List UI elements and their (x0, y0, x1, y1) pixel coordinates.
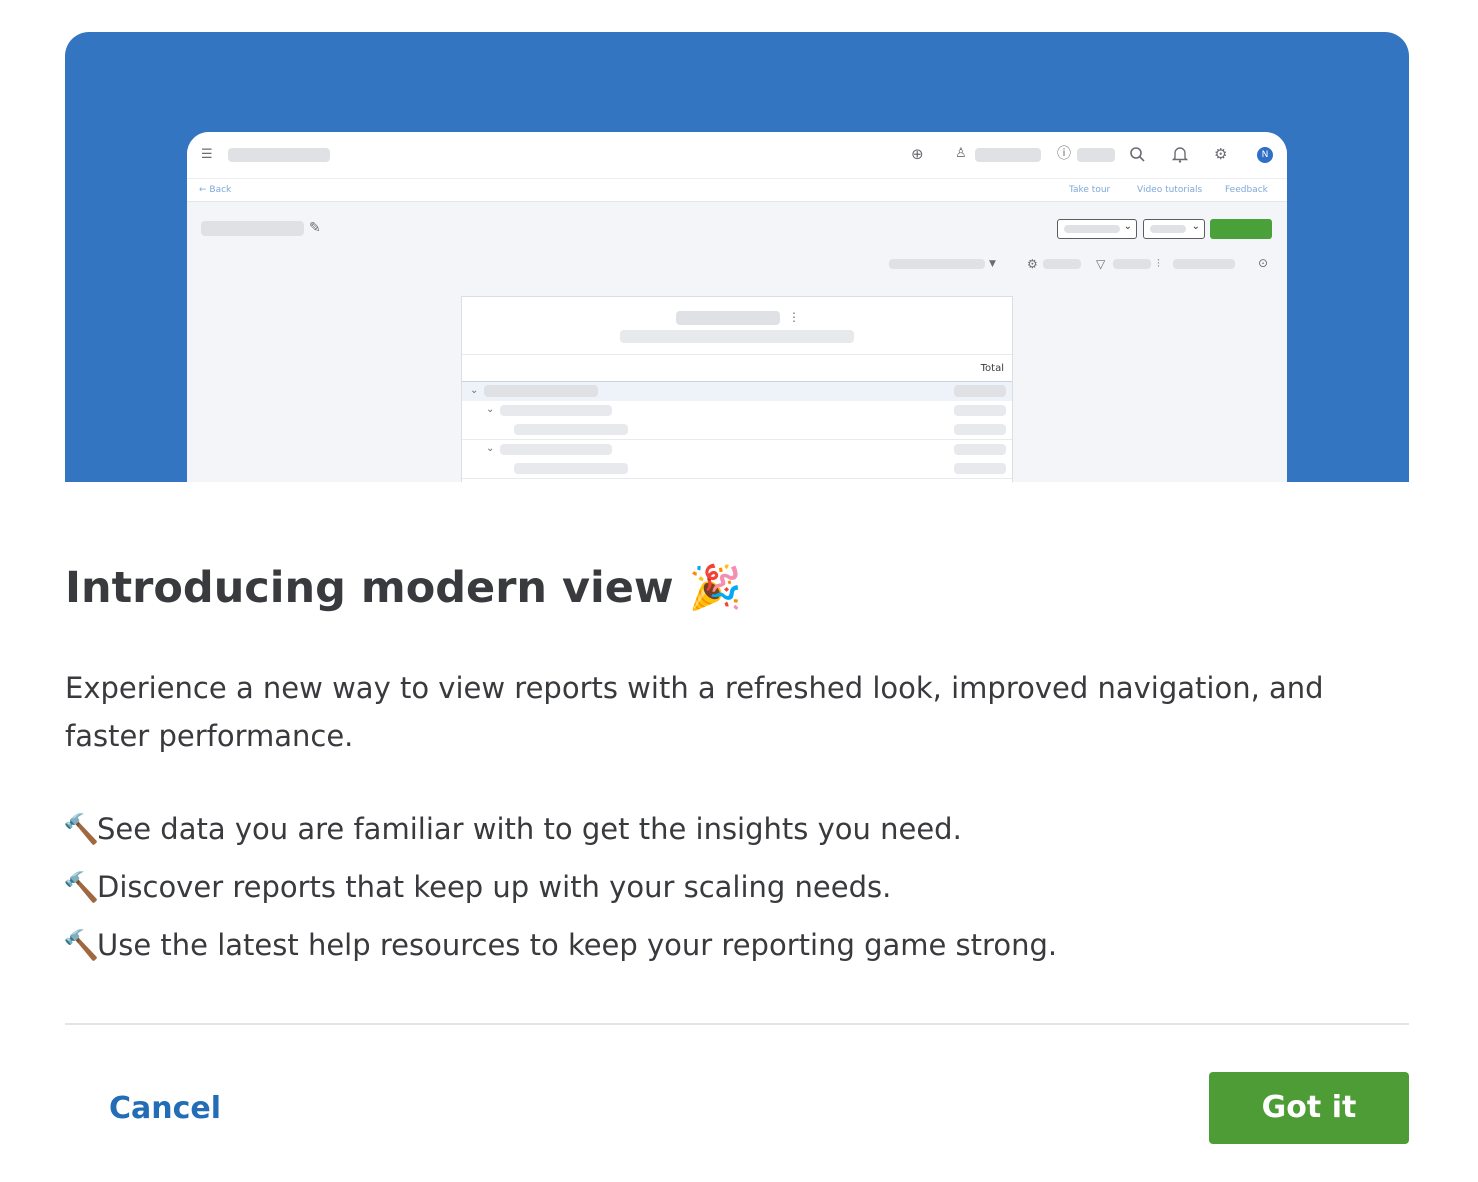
preview-select: ⌄ (1057, 219, 1137, 239)
preview-select: ⌄ (1143, 219, 1205, 239)
menu-icon: ☰ (201, 147, 213, 162)
placeholder-bar (975, 148, 1041, 162)
placeholder-bar (514, 424, 628, 435)
list-item: 🔨See data you are familiar with to get t… (63, 800, 1057, 858)
preview-green-button (1210, 219, 1272, 239)
placeholder-bar (889, 259, 985, 269)
feedback-link: Feedback (1225, 185, 1268, 195)
placeholder-bar (954, 424, 1006, 435)
preview-sub-bar: ← Back Take tour Video tutorials Feedbac… (187, 178, 1287, 202)
avatar: N (1257, 147, 1273, 163)
chevron-down-icon: ⌄ (486, 404, 495, 415)
hammer-icon: 🔨 (63, 928, 100, 962)
user-icon: ♙ (955, 146, 967, 161)
placeholder-bar (514, 463, 628, 474)
report-title-placeholder (201, 221, 304, 236)
kebab-icon: ⋮ (788, 310, 800, 324)
search-icon (1130, 147, 1145, 162)
feature-list: 🔨See data you are familiar with to get t… (63, 800, 1057, 974)
dialog-description: Experience a new way to view reports wit… (65, 671, 1324, 753)
take-tour-link: Take tour (1069, 185, 1111, 195)
preview-top-bar: ☰ ⊕ ♙ ⓘ ⚙ N (187, 132, 1287, 178)
list-item: 🔨Use the latest help resources to keep y… (63, 916, 1057, 974)
got-it-button[interactable]: Got it (1209, 1072, 1409, 1144)
placeholder-bar (954, 463, 1006, 474)
placeholder-bar (1113, 259, 1151, 269)
pencil-icon: ✎ (309, 220, 321, 236)
cancel-button[interactable]: Cancel (65, 1073, 265, 1145)
help-icon: ⓘ (1057, 146, 1071, 162)
placeholder-bar (1173, 259, 1235, 269)
placeholder-bar (1043, 259, 1081, 269)
placeholder-bar (484, 385, 598, 397)
plus-circle-icon: ⊕ (911, 145, 924, 163)
hero-banner: ☰ ⊕ ♙ ⓘ ⚙ N ← Back Take tour Video tutor… (65, 32, 1409, 482)
hammer-icon: 🔨 (63, 812, 100, 846)
list-item-text: Discover reports that keep up with your … (97, 870, 892, 904)
sliders-icon: ⫶ (1157, 257, 1160, 270)
more-circle-icon: ⊙ (1258, 256, 1269, 270)
chevron-down-icon: ⌄ (470, 385, 479, 396)
gear-icon: ⚙ (1214, 145, 1228, 163)
placeholder-bar (500, 405, 612, 416)
settings-icon: ⚙ (1027, 257, 1038, 271)
placeholder-bar (954, 444, 1006, 455)
caret-down-icon: ▼ (989, 259, 996, 269)
list-item-text: Use the latest help resources to keep yo… (97, 928, 1058, 962)
dialog-title-text: Introducing modern view (65, 563, 674, 613)
party-popper-icon: 🎉 (688, 563, 743, 613)
column-header-total: Total (980, 363, 1004, 374)
report-preview-image: ☰ ⊕ ♙ ⓘ ⚙ N ← Back Take tour Video tutor… (187, 132, 1287, 482)
placeholder-bar (500, 444, 612, 455)
footer-divider (65, 1023, 1409, 1025)
placeholder-bar (676, 311, 780, 325)
filter-icon: ▽ (1096, 257, 1106, 271)
placeholder-bar (620, 330, 854, 343)
video-tutorials-link: Video tutorials (1137, 185, 1203, 195)
list-item-text: See data you are familiar with to get th… (97, 812, 962, 846)
placeholder-bar (954, 405, 1006, 416)
placeholder-bar (228, 148, 330, 162)
back-link: ← Back (199, 185, 232, 195)
placeholder-bar (1077, 148, 1115, 162)
dialog-title: Introducing modern view 🎉 (65, 556, 742, 620)
hammer-icon: 🔨 (63, 870, 100, 904)
chevron-down-icon: ⌄ (486, 443, 495, 454)
report-card: ⋮ Total ⌄ ⌄ ⌄ (461, 296, 1013, 482)
bell-icon (1172, 147, 1188, 163)
placeholder-bar (954, 385, 1006, 397)
list-item: 🔨Discover reports that keep up with your… (63, 858, 1057, 916)
